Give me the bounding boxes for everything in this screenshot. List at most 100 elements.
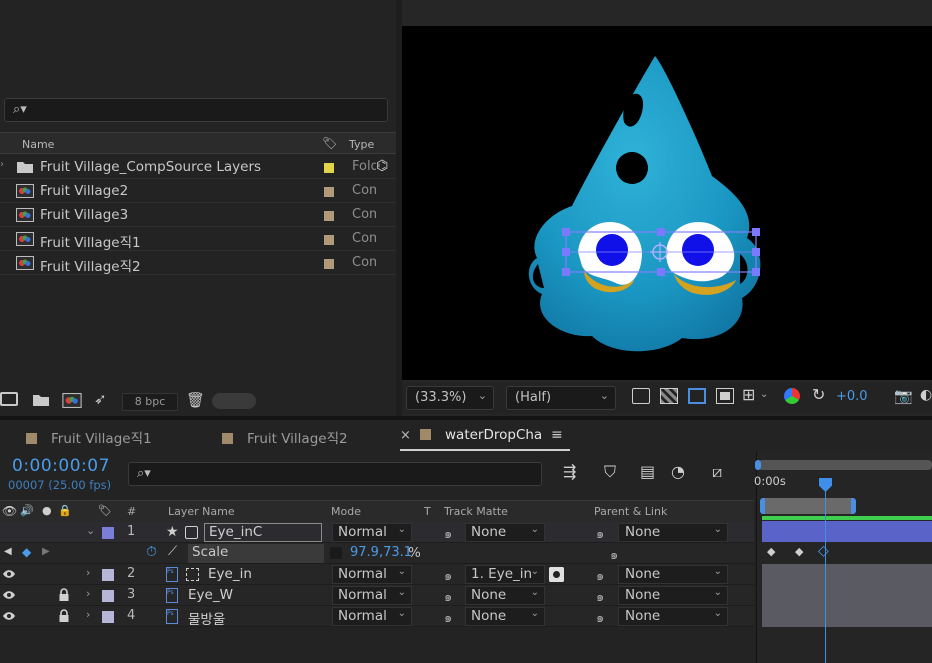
layer-4-bar[interactable] <box>762 606 932 627</box>
property-row-scale[interactable]: ◀ ◆ ▶ ⏱ ⟋ Scale 97.9,73.1 % ๑ <box>0 543 754 564</box>
tab-fruit-village-2[interactable]: Fruit Village직2 <box>222 427 348 447</box>
layer-label-swatch[interactable] <box>102 569 114 581</box>
label-tag-icon[interactable]: 🏷 <box>322 136 337 150</box>
scale-value[interactable]: 97.9,73.1 <box>350 545 412 560</box>
parent-dropdown[interactable]: None ⌄ <box>618 565 728 584</box>
current-time-display[interactable]: 0:00:00:07 <box>12 456 110 476</box>
visibility-eye-icon[interactable] <box>2 589 16 601</box>
layer-1-bar[interactable] <box>762 521 932 542</box>
fast-previews-icon[interactable] <box>632 388 650 404</box>
twirl-open-icon[interactable]: ⌄ <box>86 524 95 537</box>
render-queue-icon[interactable]: ➶ <box>94 390 107 408</box>
twirl-closed-icon[interactable]: › <box>86 566 90 579</box>
frame-blending-icon[interactable]: ▤ <box>640 462 655 481</box>
matte-pickwhip-icon[interactable]: ๑ <box>444 586 452 607</box>
layer-label-swatch[interactable] <box>102 590 114 602</box>
name-column-header[interactable]: Name <box>22 138 54 151</box>
channel-rgb-icon[interactable] <box>784 388 800 404</box>
matte-pickwhip-icon[interactable]: ๑ <box>444 565 452 586</box>
label-color-swatch[interactable] <box>324 259 334 269</box>
exposure-value[interactable]: +0.0 <box>836 389 868 404</box>
lock-icon[interactable] <box>58 609 70 623</box>
new-folder-icon[interactable] <box>32 393 50 407</box>
blend-mode-dropdown[interactable]: Normal ⌄ <box>332 586 412 605</box>
label-color-swatch[interactable] <box>324 163 334 173</box>
blend-mode-dropdown[interactable]: Normal ⌄ <box>332 523 412 542</box>
project-item[interactable]: Fruit Village직1 Composition <box>0 228 396 251</box>
project-item[interactable]: Fruit Village직2 Composition <box>0 252 396 275</box>
draft-3d-icon[interactable]: ⛉ <box>604 462 616 482</box>
layer-row[interactable]: ⌄ 1 ★ Eye_inC Normal ⌄ ๑ None ⌄ ๑ None ⌄ <box>0 522 754 543</box>
layer-label-swatch[interactable] <box>102 611 114 623</box>
mode-column-header[interactable]: Mode <box>331 505 361 518</box>
keyframe-icon[interactable]: ◆ <box>795 545 803 558</box>
transparency-grid-icon[interactable] <box>660 388 678 404</box>
layer-row[interactable]: › 2 Ps Eye_in Normal ⌄ ๑ 1. Eye_in ⌄ ๑ Non… <box>0 564 754 585</box>
stopwatch-icon[interactable]: ⏱ <box>146 544 157 560</box>
constrain-proportions-icon[interactable] <box>330 547 342 559</box>
add-keyframe-icon[interactable]: ◆ <box>22 545 31 559</box>
trash-icon[interactable]: 🗑 <box>186 391 205 409</box>
t-column-header[interactable]: T <box>424 505 431 518</box>
grid-guides-icon[interactable]: ⊞ <box>742 385 755 404</box>
keyframe-icon[interactable]: ◆ <box>767 545 775 558</box>
prev-keyframe-icon[interactable]: ◀ <box>4 546 12 557</box>
composition-canvas[interactable] <box>402 26 932 380</box>
composition-flowchart-icon[interactable]: ⇶ <box>563 462 576 481</box>
number-column-header[interactable]: # <box>127 505 136 518</box>
next-keyframe-icon[interactable]: ▶ <box>42 546 50 557</box>
label-color-swatch[interactable] <box>324 235 334 245</box>
resolution-dropdown[interactable]: (Half) ⌄ <box>506 386 616 410</box>
parent-dropdown[interactable]: None ⌄ <box>618 586 728 605</box>
matte-pickwhip-icon[interactable]: ๑ <box>444 523 452 544</box>
eye-column-icon[interactable]: 👁 <box>2 504 17 518</box>
layer-2-bar[interactable] <box>762 564 932 585</box>
visibility-eye-icon[interactable] <box>2 610 16 622</box>
graph-icon[interactable]: ⟋ <box>168 544 177 559</box>
navigator-start-handle[interactable] <box>755 460 761 470</box>
track-matte-dropdown[interactable]: None ⌄ <box>465 607 545 626</box>
parent-pickwhip-icon[interactable]: ๑ <box>596 586 604 607</box>
project-search-input[interactable]: ⌕▾ <box>4 98 388 122</box>
expand-arrow-icon[interactable]: › <box>0 159 4 170</box>
blend-mode-dropdown[interactable]: Normal ⌄ <box>332 607 412 626</box>
track-matte-dropdown[interactable]: 1. Eye_in ⌄ <box>465 565 545 584</box>
type-column-header[interactable]: Type <box>349 138 374 151</box>
chevron-down-icon[interactable]: ⌄ <box>760 389 768 400</box>
lock-icon[interactable] <box>58 588 70 602</box>
shy-star-icon[interactable]: ★ <box>166 524 179 540</box>
label-color-swatch[interactable] <box>324 211 334 221</box>
twirl-closed-icon[interactable]: › <box>86 587 90 600</box>
magnification-dropdown[interactable]: (33.3%) ⌄ <box>406 386 494 410</box>
tab-waterdropcha[interactable]: waterDropCha <box>420 427 542 443</box>
twirl-closed-icon[interactable]: › <box>86 608 90 621</box>
parent-pickwhip-icon[interactable]: ๑ <box>596 523 604 544</box>
keyframe-selected-icon[interactable]: ◇ <box>818 543 829 559</box>
region-of-interest-icon[interactable] <box>716 388 734 404</box>
motion-blur-icon[interactable]: ◔ <box>671 462 685 481</box>
parent-pickwhip-icon[interactable]: ๑ <box>596 607 604 628</box>
matte-pickwhip-icon[interactable]: ๑ <box>444 607 452 628</box>
lock-column-icon[interactable]: 🔒 <box>58 504 72 517</box>
track-matte-dropdown[interactable]: None ⌄ <box>465 586 545 605</box>
playhead-line[interactable] <box>825 490 826 663</box>
blend-mode-dropdown[interactable]: Normal ⌄ <box>332 565 412 584</box>
new-composition-icon[interactable] <box>62 393 82 408</box>
label-tag-icon[interactable]: 🏷 <box>98 504 112 517</box>
layer-row[interactable]: › 4 Ps 물방울 Normal ⌄ ๑ None ⌄ ๑ None ⌄ <box>0 606 754 628</box>
layer-name-column-header[interactable]: Layer Name <box>168 505 235 518</box>
layer-row[interactable]: › 3 Ps Eye_W Normal ⌄ ๑ None ⌄ ๑ None ⌄ <box>0 585 754 606</box>
track-matte-column-header[interactable]: Track Matte <box>444 505 508 518</box>
work-area-navigator[interactable] <box>758 460 932 470</box>
audio-column-icon[interactable]: 🔊 <box>20 504 34 517</box>
close-tab-icon[interactable]: × <box>400 428 411 443</box>
layer-label-swatch[interactable] <box>102 527 114 539</box>
mask-visibility-icon[interactable] <box>688 388 706 404</box>
visibility-eye-icon[interactable] <box>2 568 16 580</box>
snapshot-camera-icon[interactable]: 📷 <box>894 387 913 405</box>
parent-dropdown[interactable]: None ⌄ <box>618 523 728 542</box>
alpha-matte-icon[interactable] <box>549 567 564 582</box>
project-scrollbar[interactable] <box>212 393 256 409</box>
graph-editor-icon[interactable]: ⧄ <box>712 462 722 482</box>
project-item[interactable]: › Fruit Village_CompSource Layers Folder <box>0 156 396 179</box>
